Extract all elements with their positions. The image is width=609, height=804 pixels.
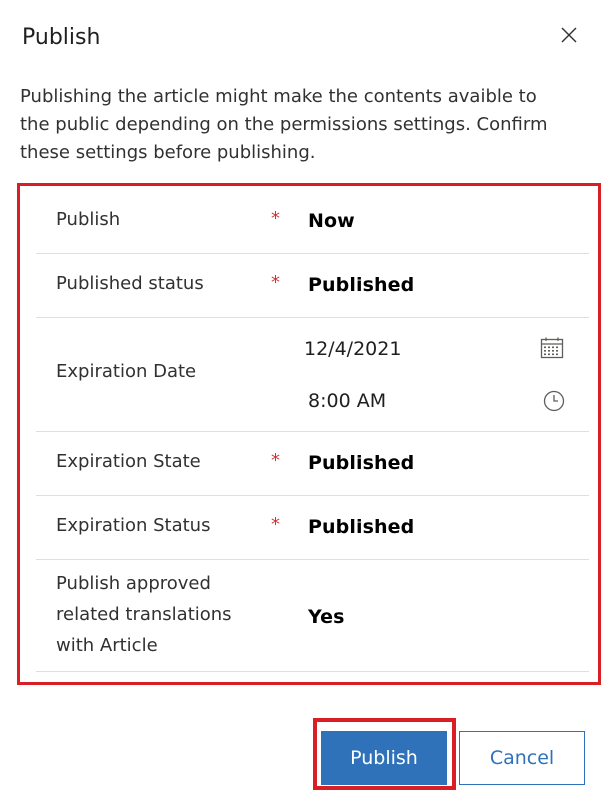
publish-translations-label: Publish approved related translations wi… bbox=[56, 573, 232, 656]
close-icon bbox=[561, 27, 577, 43]
field-row-expiration-date: Expiration Date 12/4/2021 8:00 AM bbox=[36, 318, 589, 432]
published-status-label: Published status bbox=[56, 273, 204, 294]
field-row-published-status: Published status * Published bbox=[36, 254, 589, 318]
close-button[interactable] bbox=[556, 22, 582, 48]
publish-label: Publish bbox=[56, 209, 121, 230]
expiration-date-input[interactable]: 12/4/2021 bbox=[304, 338, 401, 360]
expiration-status-label: Expiration Status bbox=[56, 515, 211, 536]
expiration-date-label: Expiration Date bbox=[56, 361, 197, 382]
expiration-state-label: Expiration State bbox=[56, 451, 201, 472]
clock-icon bbox=[543, 390, 565, 412]
expiration-time-input[interactable]: 8:00 AM bbox=[308, 390, 386, 412]
time-picker-button[interactable] bbox=[541, 388, 567, 414]
date-picker-button[interactable] bbox=[539, 335, 565, 361]
required-indicator: * bbox=[271, 208, 280, 229]
publish-button[interactable]: Publish bbox=[321, 731, 447, 785]
required-indicator: * bbox=[271, 272, 280, 293]
calendar-icon bbox=[540, 337, 564, 359]
field-row-expiration-state: Expiration State * Published bbox=[36, 432, 589, 496]
field-row-publish-translations: Publish approved related translations wi… bbox=[36, 560, 589, 672]
publish-settings-panel: Publish * Now Published status * Publish… bbox=[17, 183, 601, 685]
field-row-publish: Publish * Now bbox=[36, 188, 589, 254]
dialog-description: Publishing the article might make the co… bbox=[20, 86, 548, 163]
dialog-title: Publish bbox=[22, 25, 101, 50]
expiration-state-value[interactable]: Published bbox=[308, 452, 414, 474]
required-indicator: * bbox=[271, 514, 280, 535]
required-indicator: * bbox=[271, 450, 280, 471]
cancel-button[interactable]: Cancel bbox=[459, 731, 585, 785]
expiration-status-value[interactable]: Published bbox=[308, 516, 414, 538]
publish-value[interactable]: Now bbox=[308, 210, 355, 232]
publish-translations-value[interactable]: Yes bbox=[308, 606, 345, 628]
publish-dialog: Publish Publishing the article might mak… bbox=[0, 0, 609, 804]
published-status-value[interactable]: Published bbox=[308, 274, 414, 296]
field-row-expiration-status: Expiration Status * Published bbox=[36, 496, 589, 560]
